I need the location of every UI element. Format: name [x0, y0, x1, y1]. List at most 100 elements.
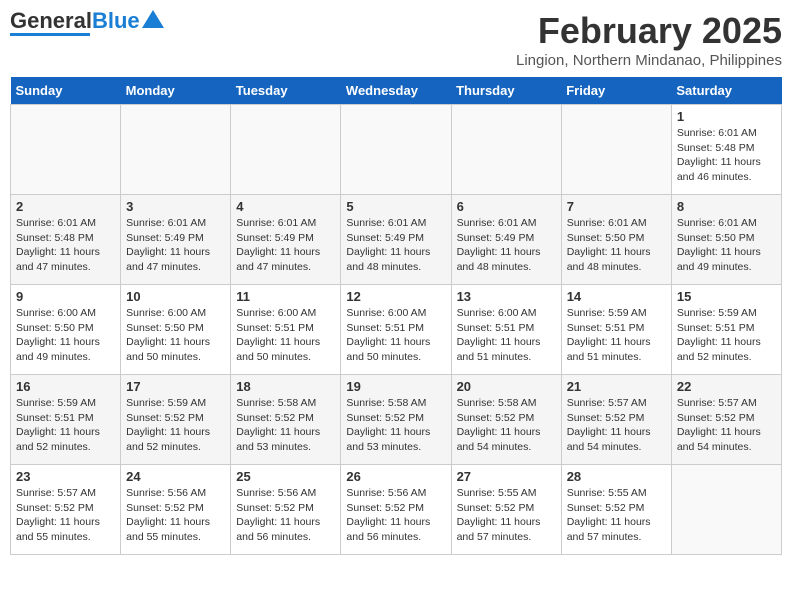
calendar-cell: 22 Sunrise: 5:57 AMSunset: 5:52 PMDayligh… [671, 375, 781, 465]
calendar-cell: 1 Sunrise: 6:01 AMSunset: 5:48 PMDaylight… [671, 105, 781, 195]
day-info: Sunrise: 6:01 AMSunset: 5:48 PMDaylight:… [677, 126, 776, 185]
calendar-cell: 20 Sunrise: 5:58 AMSunset: 5:52 PMDayligh… [451, 375, 561, 465]
weekday-header-monday: Monday [121, 77, 231, 105]
calendar-week-row: 9Sunrise: 6:00 AMSunset: 5:50 PMDaylight… [11, 285, 782, 375]
day-info: Sunrise: 5:59 AMSunset: 5:52 PMDaylight:… [126, 396, 225, 455]
calendar-cell [121, 105, 231, 195]
day-number: 27 [457, 469, 556, 484]
weekday-header-thursday: Thursday [451, 77, 561, 105]
day-info: Sunrise: 6:01 AMSunset: 5:49 PMDaylight:… [236, 216, 335, 275]
day-number: 7 [567, 199, 666, 214]
calendar-cell: 25 Sunrise: 5:56 AMSunset: 5:52 PMDayligh… [231, 465, 341, 555]
day-number: 2 [16, 199, 115, 214]
day-number: 25 [236, 469, 335, 484]
title-block: February 2025 Lingion, Northern Mindanao… [516, 10, 782, 69]
calendar-week-row: 16 Sunrise: 5:59 AMSunset: 5:51 PMDayligh… [11, 375, 782, 465]
logo-underline [10, 33, 90, 36]
calendar-cell: 9Sunrise: 6:00 AMSunset: 5:50 PMDaylight… [11, 285, 121, 375]
calendar-cell: 17 Sunrise: 5:59 AMSunset: 5:52 PMDayligh… [121, 375, 231, 465]
day-info: Sunrise: 5:56 AMSunset: 5:52 PMDaylight:… [126, 486, 225, 545]
page-header: GeneralBlue February 2025 Lingion, North… [10, 10, 782, 69]
day-number: 18 [236, 379, 335, 394]
day-info: Sunrise: 6:00 AMSunset: 5:50 PMDaylight:… [16, 306, 115, 365]
calendar-cell: 11 Sunrise: 6:00 AMSunset: 5:51 PMDayligh… [231, 285, 341, 375]
calendar-week-row: 1 Sunrise: 6:01 AMSunset: 5:48 PMDaylight… [11, 105, 782, 195]
day-info: Sunrise: 6:01 AMSunset: 5:48 PMDaylight:… [16, 216, 115, 275]
day-info: Sunrise: 5:59 AMSunset: 5:51 PMDaylight:… [677, 306, 776, 365]
logo-blue: Blue [92, 8, 140, 33]
calendar-cell: 5 Sunrise: 6:01 AMSunset: 5:49 PMDaylight… [341, 195, 451, 285]
calendar-cell [341, 105, 451, 195]
day-info: Sunrise: 5:55 AMSunset: 5:52 PMDaylight:… [457, 486, 556, 545]
day-number: 15 [677, 289, 776, 304]
weekday-header-friday: Friday [561, 77, 671, 105]
calendar-week-row: 2 Sunrise: 6:01 AMSunset: 5:48 PMDaylight… [11, 195, 782, 285]
calendar-cell [451, 105, 561, 195]
day-number: 6 [457, 199, 556, 214]
day-info: Sunrise: 6:00 AMSunset: 5:51 PMDaylight:… [346, 306, 445, 365]
calendar-cell [231, 105, 341, 195]
day-number: 19 [346, 379, 445, 394]
day-number: 10 [126, 289, 225, 304]
calendar-cell: 2 Sunrise: 6:01 AMSunset: 5:48 PMDaylight… [11, 195, 121, 285]
day-number: 3 [126, 199, 225, 214]
day-info: Sunrise: 6:01 AMSunset: 5:49 PMDaylight:… [126, 216, 225, 275]
day-number: 14 [567, 289, 666, 304]
calendar-cell: 13Sunrise: 6:00 AMSunset: 5:51 PMDayligh… [451, 285, 561, 375]
day-info: Sunrise: 5:58 AMSunset: 5:52 PMDaylight:… [457, 396, 556, 455]
day-number: 26 [346, 469, 445, 484]
day-number: 8 [677, 199, 776, 214]
day-info: Sunrise: 6:01 AMSunset: 5:49 PMDaylight:… [346, 216, 445, 275]
month-year-title: February 2025 [516, 10, 782, 52]
calendar-cell: 6Sunrise: 6:01 AMSunset: 5:49 PMDaylight… [451, 195, 561, 285]
weekday-header-sunday: Sunday [11, 77, 121, 105]
weekday-header-saturday: Saturday [671, 77, 781, 105]
calendar-cell [11, 105, 121, 195]
day-number: 28 [567, 469, 666, 484]
logo-text: GeneralBlue [10, 10, 140, 32]
day-info: Sunrise: 6:00 AMSunset: 5:51 PMDaylight:… [236, 306, 335, 365]
calendar-cell: 15 Sunrise: 5:59 AMSunset: 5:51 PMDayligh… [671, 285, 781, 375]
day-number: 20 [457, 379, 556, 394]
day-number: 21 [567, 379, 666, 394]
day-info: Sunrise: 5:57 AMSunset: 5:52 PMDaylight:… [567, 396, 666, 455]
calendar-cell: 27 Sunrise: 5:55 AMSunset: 5:52 PMDayligh… [451, 465, 561, 555]
calendar-cell: 26Sunrise: 5:56 AMSunset: 5:52 PMDayligh… [341, 465, 451, 555]
day-number: 5 [346, 199, 445, 214]
day-info: Sunrise: 5:59 AMSunset: 5:51 PMDaylight:… [567, 306, 666, 365]
day-number: 12 [346, 289, 445, 304]
calendar-cell: 18Sunrise: 5:58 AMSunset: 5:52 PMDayligh… [231, 375, 341, 465]
calendar-cell [561, 105, 671, 195]
logo-general: General [10, 8, 92, 33]
calendar-cell: 14 Sunrise: 5:59 AMSunset: 5:51 PMDayligh… [561, 285, 671, 375]
day-info: Sunrise: 5:57 AMSunset: 5:52 PMDaylight:… [677, 396, 776, 455]
calendar-cell: 7 Sunrise: 6:01 AMSunset: 5:50 PMDaylight… [561, 195, 671, 285]
day-info: Sunrise: 6:01 AMSunset: 5:50 PMDaylight:… [677, 216, 776, 275]
weekday-header-wednesday: Wednesday [341, 77, 451, 105]
calendar-cell: 16 Sunrise: 5:59 AMSunset: 5:51 PMDayligh… [11, 375, 121, 465]
day-number: 1 [677, 109, 776, 124]
day-number: 16 [16, 379, 115, 394]
calendar-cell: 10 Sunrise: 6:00 AMSunset: 5:50 PMDayligh… [121, 285, 231, 375]
day-info: Sunrise: 5:57 AMSunset: 5:52 PMDaylight:… [16, 486, 115, 545]
calendar-cell: 3 Sunrise: 6:01 AMSunset: 5:49 PMDaylight… [121, 195, 231, 285]
calendar-cell: 24 Sunrise: 5:56 AMSunset: 5:52 PMDayligh… [121, 465, 231, 555]
day-info: Sunrise: 6:00 AMSunset: 5:50 PMDaylight:… [126, 306, 225, 365]
logo: GeneralBlue [10, 10, 164, 36]
day-number: 4 [236, 199, 335, 214]
day-info: Sunrise: 5:59 AMSunset: 5:51 PMDaylight:… [16, 396, 115, 455]
calendar-table: SundayMondayTuesdayWednesdayThursdayFrid… [10, 77, 782, 555]
day-info: Sunrise: 5:58 AMSunset: 5:52 PMDaylight:… [346, 396, 445, 455]
calendar-cell: 21 Sunrise: 5:57 AMSunset: 5:52 PMDayligh… [561, 375, 671, 465]
location-subtitle: Lingion, Northern Mindanao, Philippines [516, 52, 782, 69]
weekday-header-tuesday: Tuesday [231, 77, 341, 105]
day-number: 23 [16, 469, 115, 484]
day-info: Sunrise: 6:01 AMSunset: 5:50 PMDaylight:… [567, 216, 666, 275]
calendar-cell: 28Sunrise: 5:55 AMSunset: 5:52 PMDayligh… [561, 465, 671, 555]
day-number: 22 [677, 379, 776, 394]
day-info: Sunrise: 5:56 AMSunset: 5:52 PMDaylight:… [236, 486, 335, 545]
logo-triangle-icon [142, 8, 164, 30]
day-number: 24 [126, 469, 225, 484]
day-number: 11 [236, 289, 335, 304]
day-number: 17 [126, 379, 225, 394]
